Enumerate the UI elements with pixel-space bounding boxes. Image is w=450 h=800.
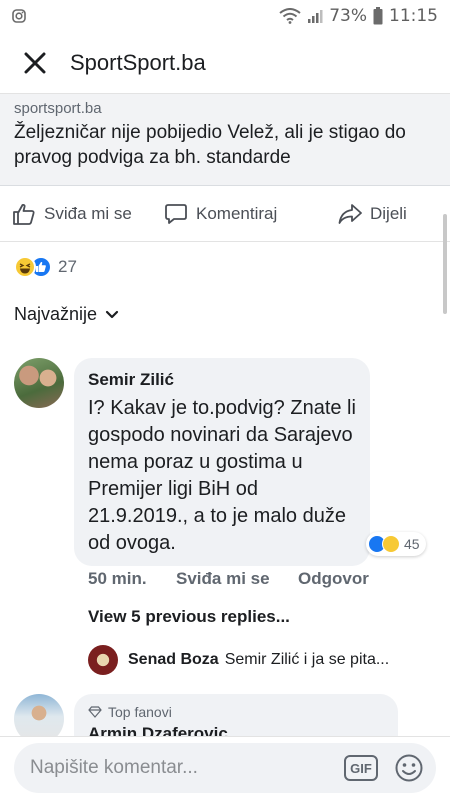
comment-like-button[interactable]: Sviđa mi se: [176, 569, 298, 589]
sort-label: Najvažnije: [14, 304, 98, 324]
comment-bubble: Semir Zilić I? Kakav je to.podvig? Znate…: [74, 358, 370, 566]
emoji-icon[interactable]: [394, 753, 424, 783]
comment-icon: [165, 203, 187, 224]
battery-percent: 73%: [329, 6, 367, 26]
reply-preview[interactable]: Senad Boza Semir Zilić i ja se pita...: [88, 644, 438, 676]
comment-label: Komentiraj: [196, 203, 278, 223]
comment-input-bar: Napišite komentar... GIF: [0, 736, 450, 800]
link-preview[interactable]: sportsport.ba Željezničar nije pobijedio…: [0, 94, 450, 186]
chevron-down-icon: [105, 310, 119, 318]
top-fan-badge: Top fanovi: [88, 704, 384, 720]
avatar: [88, 645, 118, 675]
clock: 11:15: [389, 6, 438, 26]
comment-text: I? Kakav je to.podvig? Znate li gospodo …: [88, 397, 356, 554]
comment-reactions[interactable]: 45: [366, 532, 426, 556]
share-label: Dijeli: [370, 203, 407, 223]
avatar[interactable]: [14, 358, 64, 408]
comment-input-placeholder: Napišite komentar...: [30, 757, 198, 778]
reply-author: Senad Boza: [128, 651, 219, 668]
comment-meta: 50 min. Sviđa mi se Odgovor: [88, 569, 369, 589]
like-button[interactable]: Sviđa mi se: [12, 202, 132, 226]
view-previous-replies[interactable]: View 5 previous replies...: [88, 607, 290, 627]
signal-icon: [308, 10, 323, 23]
share-icon: [338, 203, 362, 224]
thumbs-up-icon: [13, 203, 35, 225]
comment-button[interactable]: Komentiraj: [164, 202, 277, 226]
sort-dropdown[interactable]: Najvažnije: [14, 304, 119, 325]
gif-button[interactable]: GIF: [344, 755, 378, 781]
comment-input[interactable]: Napišite komentar... GIF: [14, 743, 436, 793]
link-title: Željezničar nije pobijedio Velež, ali je…: [14, 122, 406, 168]
haha-reaction-icon: [382, 535, 400, 553]
wifi-icon: [279, 8, 301, 24]
haha-reaction-icon: [14, 256, 36, 278]
battery-icon: [373, 7, 383, 25]
close-button[interactable]: [0, 32, 70, 94]
reactions-summary[interactable]: 27: [14, 256, 77, 278]
instagram-icon: [12, 9, 26, 23]
app-header: SportSport.ba: [0, 32, 450, 94]
post-action-bar: Sviđa mi se Komentiraj Dijeli: [0, 186, 450, 242]
scrollbar[interactable]: [443, 214, 447, 314]
status-bar: 73% 11:15: [0, 0, 450, 32]
close-icon: [24, 52, 46, 73]
top-fan-label: Top fanovi: [108, 704, 172, 720]
page-title: SportSport.ba: [70, 49, 206, 75]
reply-text: Semir Zilić i ja se pita...: [224, 651, 390, 668]
comment-time: 50 min.: [88, 569, 147, 588]
comment-author[interactable]: Semir Zilić: [88, 370, 356, 390]
link-domain: sportsport.ba: [14, 100, 102, 117]
reaction-count: 27: [58, 257, 77, 276]
comment-reaction-count: 45: [404, 536, 420, 552]
diamond-icon: [88, 706, 102, 718]
share-button[interactable]: Dijeli: [338, 202, 407, 226]
like-label: Sviđa mi se: [44, 203, 132, 223]
comment-reply-button[interactable]: Odgovor: [298, 569, 369, 589]
